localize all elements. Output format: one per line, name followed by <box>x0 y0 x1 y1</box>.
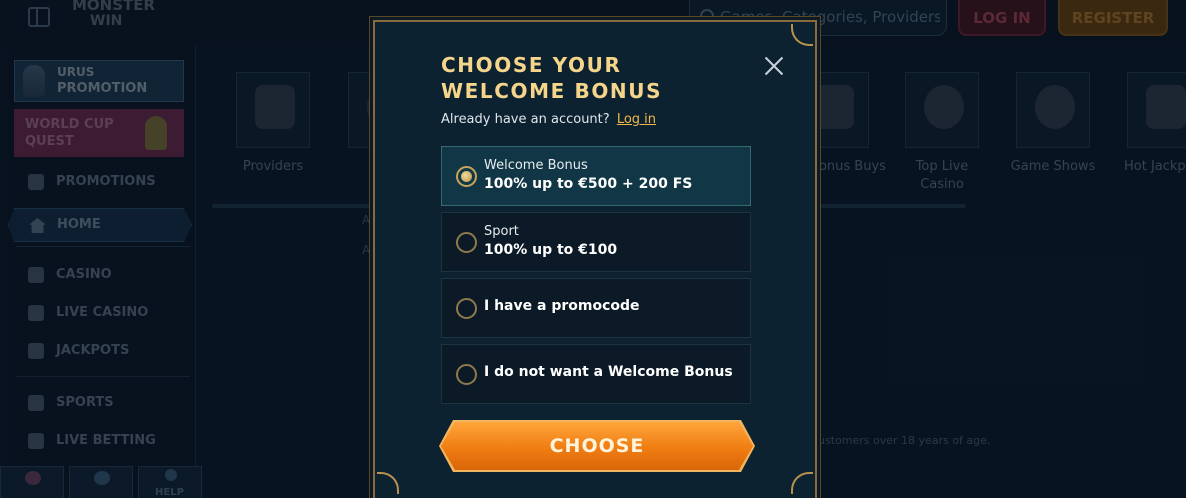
account-prompt-text: Already have an account? <box>441 112 610 127</box>
modal-title: CHOOSE YOUR WELCOME BONUS <box>441 53 663 103</box>
bonus-option-promocode[interactable]: I have a promocode <box>441 278 751 338</box>
bonus-option-sport[interactable]: Sport 100% up to €100 <box>441 212 751 272</box>
login-link[interactable]: Log in <box>617 112 656 127</box>
option-title: Welcome Bonus <box>484 158 588 173</box>
bonus-option-welcome[interactable]: Welcome Bonus 100% up to €500 + 200 FS <box>441 146 751 206</box>
ornament-corner <box>791 472 813 494</box>
choose-button[interactable]: CHOOSE <box>441 422 753 470</box>
option-label: I have a promocode <box>484 298 640 314</box>
radio-checked-icon[interactable] <box>456 166 477 187</box>
radio-icon[interactable] <box>456 232 477 253</box>
radio-icon[interactable] <box>456 364 477 385</box>
radio-icon[interactable] <box>456 298 477 319</box>
account-prompt: Already have an account? Log in <box>441 112 656 127</box>
ornament-corner <box>791 24 813 46</box>
option-offer: 100% up to €100 <box>484 242 618 258</box>
option-label: I do not want a Welcome Bonus <box>484 364 733 380</box>
option-title: Sport <box>484 224 519 239</box>
ornament-corner <box>377 472 399 494</box>
bonus-option-none[interactable]: I do not want a Welcome Bonus <box>441 344 751 404</box>
ornament-corner <box>377 24 399 46</box>
option-offer: 100% up to €500 + 200 FS <box>484 176 693 192</box>
welcome-bonus-modal: CHOOSE YOUR WELCOME BONUS Already have a… <box>373 20 817 498</box>
close-icon[interactable] <box>764 56 784 76</box>
